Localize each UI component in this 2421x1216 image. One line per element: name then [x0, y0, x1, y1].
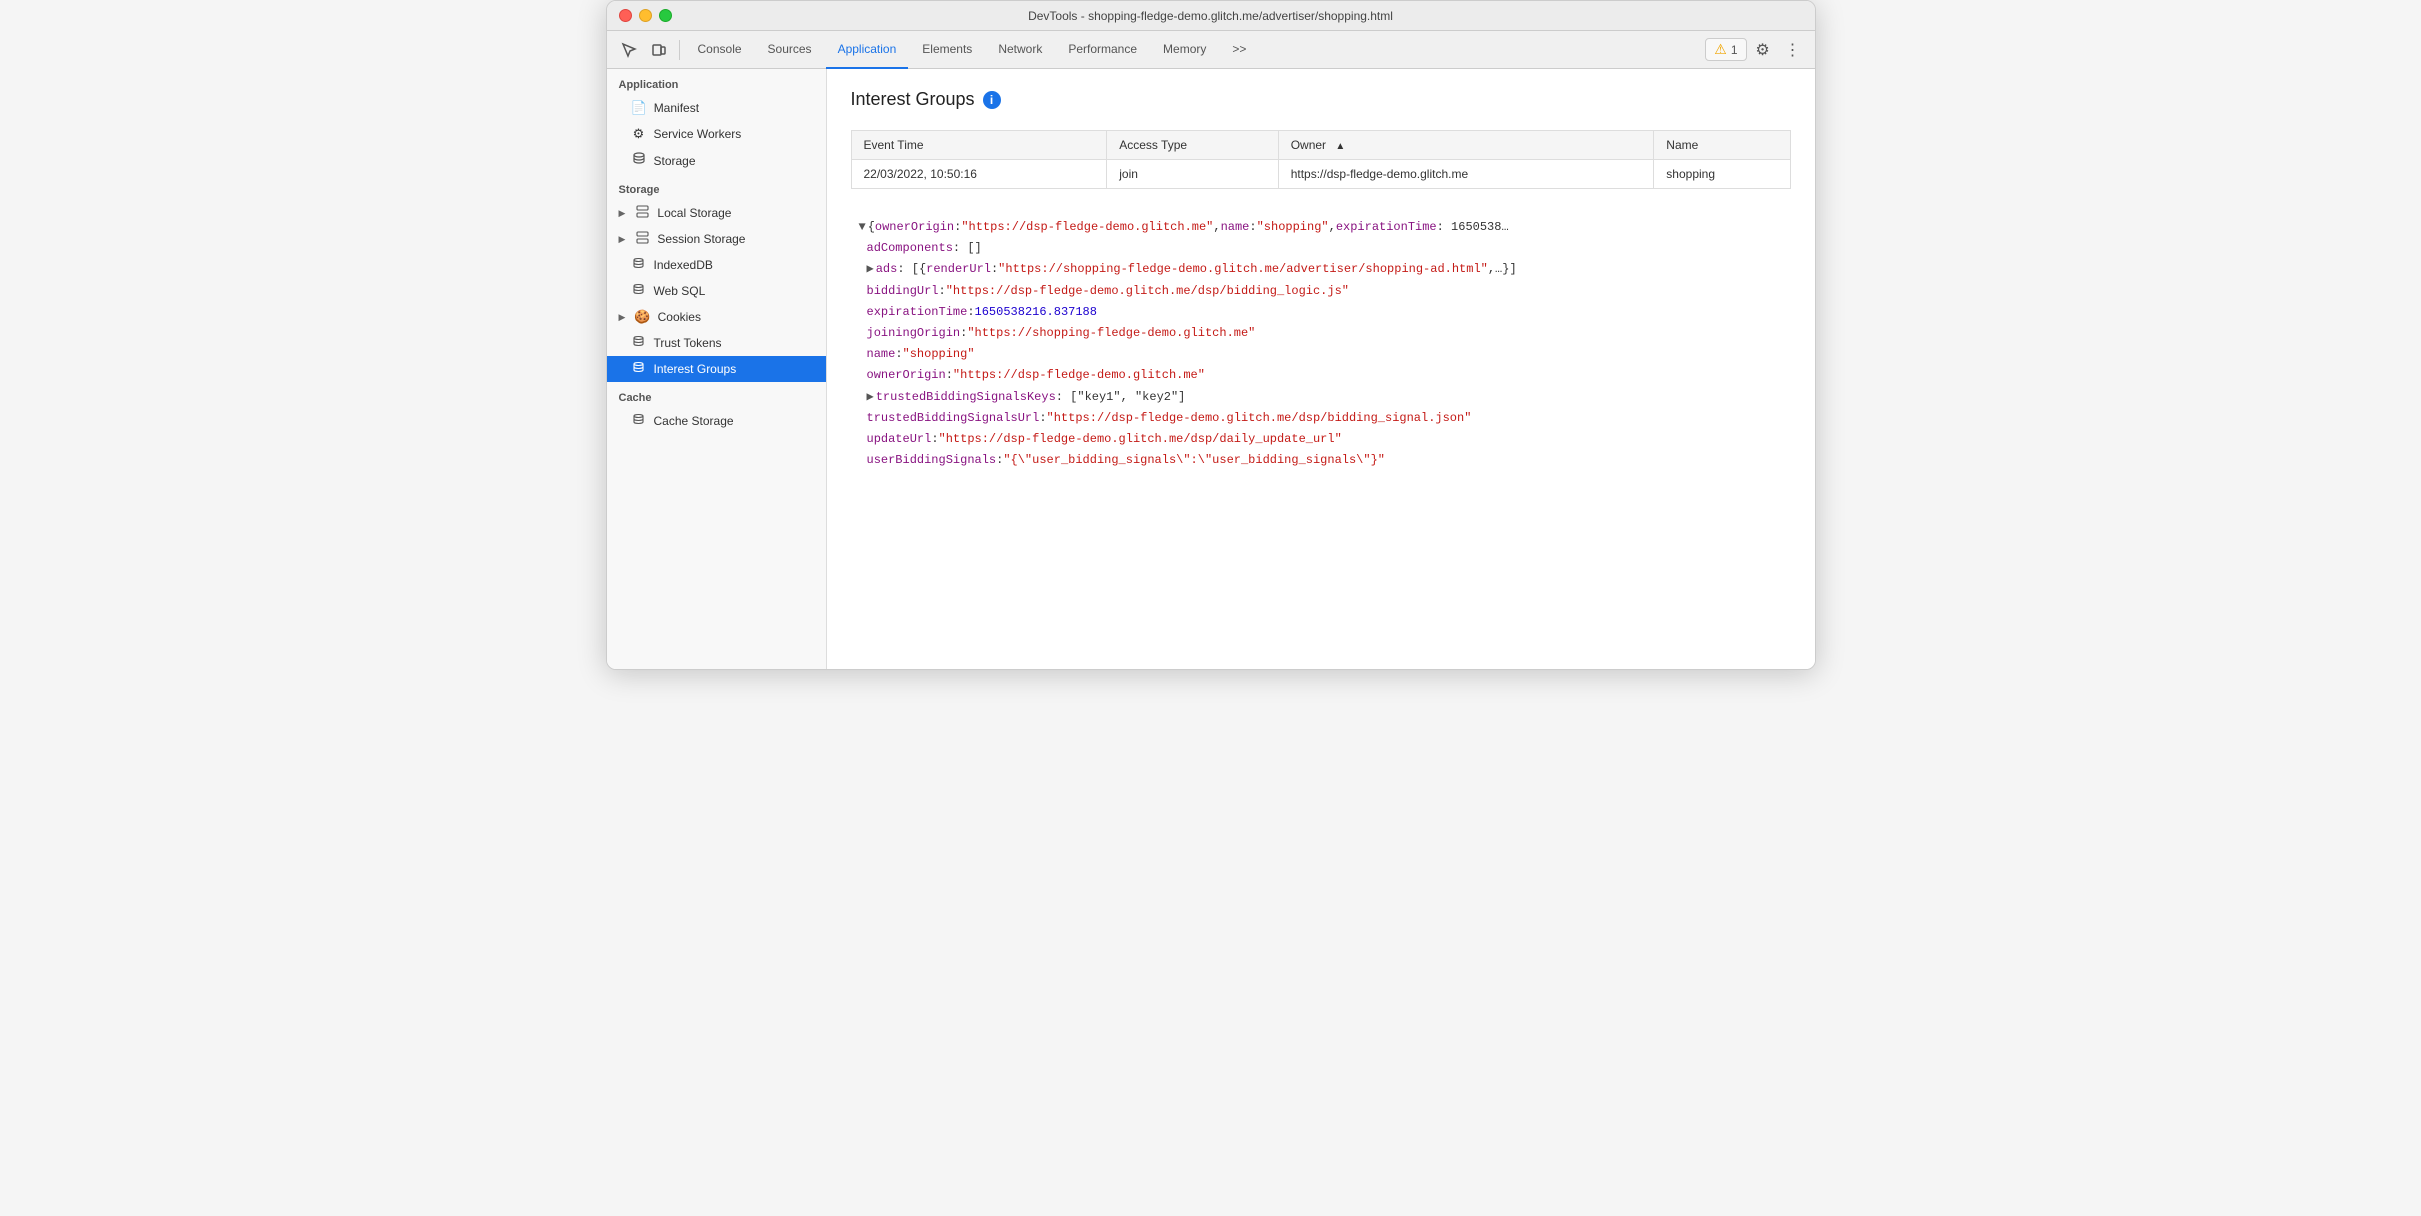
tab-memory[interactable]: Memory — [1151, 31, 1218, 69]
tab-sources[interactable]: Sources — [756, 31, 824, 69]
interest-groups-table: Event Time Access Type Owner ▲ Name 22/0… — [851, 130, 1791, 189]
sidebar-section-storage: Storage — [607, 174, 826, 200]
sidebar-item-label: IndexedDB — [654, 258, 713, 272]
table-header-name[interactable]: Name — [1654, 131, 1790, 160]
tab-application[interactable]: Application — [826, 31, 909, 69]
sidebar-item-trust-tokens[interactable]: Trust Tokens — [607, 330, 826, 356]
interest-groups-icon — [631, 361, 647, 377]
json-line-root[interactable]: ▼ { ownerOrigin : "https://dsp-fledge-de… — [851, 217, 1791, 238]
sort-arrow-icon: ▲ — [1335, 141, 1345, 152]
tab-network[interactable]: Network — [986, 31, 1054, 69]
sidebar-item-label: Trust Tokens — [654, 336, 722, 350]
table-cell-name: shopping — [1654, 160, 1790, 189]
table-header-access-type[interactable]: Access Type — [1107, 131, 1278, 160]
tab-performance[interactable]: Performance — [1056, 31, 1149, 69]
sidebar-item-web-sql[interactable]: Web SQL — [607, 278, 826, 304]
json-line-name: name : "shopping" — [851, 344, 1791, 365]
sidebar-item-label: Interest Groups — [654, 362, 737, 376]
sidebar-item-interest-groups[interactable]: Interest Groups — [607, 356, 826, 382]
warning-icon: ⚠ — [1714, 41, 1727, 58]
sidebar-item-storage-app[interactable]: Storage — [607, 147, 826, 174]
table-header-owner[interactable]: Owner ▲ — [1278, 131, 1654, 160]
device-toolbar-button[interactable] — [645, 36, 673, 64]
devtools-window: DevTools - shopping-fledge-demo.glitch.m… — [606, 0, 1816, 670]
window-title: DevTools - shopping-fledge-demo.glitch.m… — [1028, 9, 1393, 23]
sidebar-item-local-storage[interactable]: ▶ Local Storage — [607, 200, 826, 226]
json-line-trustedbiddingsignalsurl: trustedBiddingSignalsUrl : "https://dsp-… — [851, 408, 1791, 429]
indexeddb-icon — [631, 257, 647, 273]
cookies-icon: 🍪 — [634, 309, 650, 325]
manifest-icon: 📄 — [631, 100, 647, 116]
table-row[interactable]: 22/03/2022, 10:50:16 join https://dsp-fl… — [851, 160, 1790, 189]
toolbar-divider — [679, 40, 680, 60]
sidebar: Application 📄 Manifest ⚙ Service Workers… — [607, 69, 827, 669]
traffic-lights — [619, 9, 672, 22]
local-storage-icon — [634, 205, 650, 221]
sidebar-item-service-workers[interactable]: ⚙ Service Workers — [607, 121, 826, 147]
expand-trusted-icon[interactable]: ▶ — [867, 388, 874, 407]
main-layout: Application 📄 Manifest ⚙ Service Workers… — [607, 69, 1815, 669]
json-line-expirationtime: expirationTime : 1650538216.837188 — [851, 302, 1791, 323]
table-cell-access-type: join — [1107, 160, 1278, 189]
sidebar-item-label: Manifest — [654, 101, 699, 115]
toolbar: Console Sources Application Elements Net… — [607, 31, 1815, 69]
table-header-event-time[interactable]: Event Time — [851, 131, 1107, 160]
json-line-updateurl: updateUrl : "https://dsp-fledge-demo.gli… — [851, 429, 1791, 450]
json-viewer: ▼ { ownerOrigin : "https://dsp-fledge-de… — [851, 209, 1791, 479]
json-line-biddingurl: biddingUrl : "https://dsp-fledge-demo.gl… — [851, 281, 1791, 302]
more-options-icon[interactable]: ⋮ — [1779, 36, 1807, 64]
sidebar-section-application: Application — [607, 69, 826, 95]
json-line-trustedbiddingsignalskeys[interactable]: ▶ trustedBiddingSignalsKeys : ["key1", "… — [851, 387, 1791, 408]
table-cell-owner: https://dsp-fledge-demo.glitch.me — [1278, 160, 1654, 189]
service-workers-icon: ⚙ — [631, 126, 647, 142]
page-title: Interest Groups — [851, 89, 975, 110]
web-sql-icon — [631, 283, 647, 299]
session-storage-icon — [634, 231, 650, 247]
sidebar-section-cache: Cache — [607, 382, 826, 408]
tab-elements[interactable]: Elements — [910, 31, 984, 69]
expand-arrow-icon: ▶ — [619, 208, 626, 219]
inspect-tool-button[interactable] — [615, 36, 643, 64]
expand-arrow-icon: ▶ — [619, 312, 626, 323]
sidebar-item-cookies[interactable]: ▶ 🍪 Cookies — [607, 304, 826, 330]
sidebar-item-label: Service Workers — [654, 127, 742, 141]
sidebar-item-label: Web SQL — [654, 284, 706, 298]
sidebar-item-indexeddb[interactable]: IndexedDB — [607, 252, 826, 278]
page-header: Interest Groups i — [851, 89, 1791, 110]
expand-arrow-icon: ▶ — [619, 234, 626, 245]
warning-count: 1 — [1731, 43, 1738, 57]
expand-ads-icon[interactable]: ▶ — [867, 260, 874, 279]
table-cell-event-time: 22/03/2022, 10:50:16 — [851, 160, 1107, 189]
json-line-joiningorigin: joiningOrigin : "https://shopping-fledge… — [851, 323, 1791, 344]
json-line-ads[interactable]: ▶ ads : [{ renderUrl : "https://shopping… — [851, 259, 1791, 280]
json-line-userbiddingsignals: userBiddingSignals : "{\"user_bidding_si… — [851, 450, 1791, 471]
sidebar-item-label: Storage — [654, 154, 696, 168]
sidebar-item-label: Session Storage — [657, 232, 745, 246]
trust-tokens-icon — [631, 335, 647, 351]
json-line-ownerorigin: ownerOrigin : "https://dsp-fledge-demo.g… — [851, 365, 1791, 386]
tab-more[interactable]: >> — [1220, 31, 1258, 69]
sidebar-item-label: Cache Storage — [654, 414, 734, 428]
info-icon[interactable]: i — [983, 91, 1001, 109]
sidebar-item-label: Local Storage — [657, 206, 731, 220]
sidebar-item-session-storage[interactable]: ▶ Session Storage — [607, 226, 826, 252]
settings-icon[interactable]: ⚙ — [1749, 36, 1777, 64]
collapse-icon[interactable]: ▼ — [859, 218, 866, 237]
sidebar-item-label: Cookies — [658, 310, 701, 324]
json-line-adcomponents: adComponents : [] — [851, 238, 1791, 259]
tab-console[interactable]: Console — [686, 31, 754, 69]
titlebar: DevTools - shopping-fledge-demo.glitch.m… — [607, 1, 1815, 31]
warning-badge[interactable]: ⚠ 1 — [1705, 38, 1746, 61]
sidebar-item-cache-storage[interactable]: Cache Storage — [607, 408, 826, 434]
close-button[interactable] — [619, 9, 632, 22]
minimize-button[interactable] — [639, 9, 652, 22]
maximize-button[interactable] — [659, 9, 672, 22]
cache-storage-icon — [631, 413, 647, 429]
content-area: Interest Groups i Event Time Access Type… — [827, 69, 1815, 669]
storage-app-icon — [631, 152, 647, 169]
sidebar-item-manifest[interactable]: 📄 Manifest — [607, 95, 826, 121]
